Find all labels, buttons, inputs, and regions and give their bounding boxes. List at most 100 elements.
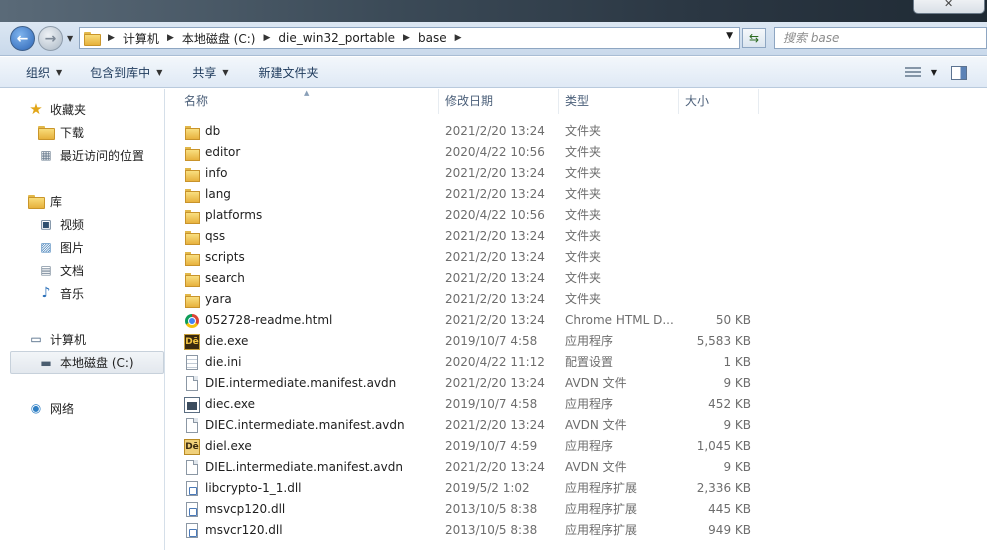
- nav-recent[interactable]: ▦ 最近访问的位置: [38, 145, 144, 165]
- file-date: 2019/10/7 4:58: [445, 397, 538, 411]
- file-row[interactable]: DIEL.intermediate.manifest.avdn 2021/2/20…: [166, 457, 987, 478]
- file-date: 2021/2/20 13:24: [445, 124, 545, 138]
- close-window-button[interactable]: ✕: [913, 0, 985, 14]
- file-name: msvcp120.dll: [205, 502, 286, 516]
- file-row[interactable]: msvcr120.dll 2013/10/5 8:38 应用程序扩展 949 KB: [166, 520, 987, 541]
- nav-local-disk[interactable]: ▬ 本地磁盘 (C:): [10, 351, 164, 374]
- file-size: [681, 184, 751, 205]
- file-row[interactable]: diec.exe 2019/10/7 4:58 应用程序 452 KB: [166, 394, 987, 415]
- file-type: 应用程序扩展: [565, 502, 638, 516]
- file-name: die.exe: [205, 334, 249, 348]
- file-row[interactable]: info 2021/2/20 13:24 文件夹: [166, 163, 987, 184]
- doc-file-icon: [186, 418, 198, 433]
- organize-button[interactable]: 组织 ▼: [0, 57, 72, 88]
- nav-videos[interactable]: ▣ 视频: [38, 214, 84, 234]
- breadcrumb-separator-icon[interactable]: ▶: [167, 33, 174, 43]
- new-folder-label: 新建文件夹: [258, 65, 319, 80]
- file-row[interactable]: DIE.intermediate.manifest.avdn 2021/2/20 …: [166, 373, 987, 394]
- folder-file-icon: [184, 292, 200, 308]
- folder-file-icon: [184, 145, 200, 161]
- file-row[interactable]: lang 2021/2/20 13:24 文件夹: [166, 184, 987, 205]
- download-folder-icon: [38, 124, 55, 140]
- nav-documents[interactable]: ▤ 文档: [38, 260, 84, 280]
- file-name-cell: platforms: [184, 205, 434, 226]
- computer-icon: ▭: [30, 332, 42, 346]
- file-name: diel.exe: [205, 439, 252, 453]
- address-dropdown-icon[interactable]: ▼: [726, 31, 733, 41]
- file-type: 文件夹: [565, 208, 602, 222]
- breadcrumb-base[interactable]: base: [418, 31, 447, 45]
- file-name: lang: [205, 187, 231, 201]
- file-name-cell: msvcp120.dll: [184, 499, 434, 520]
- file-row[interactable]: editor 2020/4/22 10:56 文件夹: [166, 142, 987, 163]
- nav-computer[interactable]: ▭ 计算机: [28, 329, 86, 349]
- file-row[interactable]: 052728-readme.html 2021/2/20 13:24 Chrome …: [166, 310, 987, 331]
- file-row[interactable]: qss 2021/2/20 13:24 文件夹: [166, 226, 987, 247]
- file-row[interactable]: db 2021/2/20 13:24 文件夹: [166, 121, 987, 142]
- nav-pictures[interactable]: ▨ 图片: [38, 237, 84, 257]
- file-size: [681, 268, 751, 289]
- column-type[interactable]: 类型: [559, 89, 679, 114]
- nav-music[interactable]: ♪ 音乐: [38, 283, 84, 303]
- nav-favorites[interactable]: ★ 收藏夹: [28, 99, 86, 119]
- breadcrumb-separator-icon[interactable]: ▶: [403, 33, 410, 43]
- nav-network[interactable]: ◉ 网络: [28, 398, 74, 418]
- file-row[interactable]: msvcp120.dll 2013/10/5 8:38 应用程序扩展 445 KB: [166, 499, 987, 520]
- file-type: 文件夹: [565, 292, 602, 306]
- file-name-cell: info: [184, 163, 434, 184]
- file-row[interactable]: platforms 2020/4/22 10:56 文件夹: [166, 205, 987, 226]
- include-in-library-button[interactable]: 包含到库中 ▼: [72, 57, 172, 88]
- file-type: 配置设置: [565, 355, 614, 369]
- breadcrumb-die-portable[interactable]: die_win32_portable: [278, 31, 395, 45]
- file-type: 文件夹: [565, 124, 602, 138]
- column-size[interactable]: 大小: [679, 89, 759, 114]
- file-date: 2021/2/20 13:24: [445, 229, 545, 243]
- breadcrumb-separator-icon[interactable]: ▶: [263, 33, 270, 43]
- breadcrumb-separator-icon[interactable]: ▶: [108, 33, 115, 43]
- diel-file-icon: Dē: [184, 438, 200, 455]
- file-type: 应用程序扩展: [565, 523, 638, 537]
- doc-file-icon: [186, 376, 198, 391]
- file-name: die.ini: [205, 355, 242, 369]
- nav-libraries[interactable]: 库: [28, 191, 62, 211]
- forward-button[interactable]: →: [38, 26, 63, 51]
- column-name[interactable]: 名称: [178, 89, 439, 114]
- refresh-button[interactable]: ⇆: [742, 28, 766, 48]
- breadcrumb-local-disk[interactable]: 本地磁盘 (C:): [182, 30, 256, 47]
- back-button[interactable]: ←: [10, 26, 35, 51]
- new-folder-button[interactable]: 新建文件夹: [239, 57, 329, 88]
- column-date[interactable]: 修改日期: [439, 89, 559, 114]
- file-row[interactable]: die.ini 2020/4/22 11:12 配置设置 1 KB: [166, 352, 987, 373]
- share-button[interactable]: 共享 ▼: [172, 57, 238, 88]
- dll-file-icon: [186, 502, 198, 517]
- file-row[interactable]: yara 2021/2/20 13:24 文件夹: [166, 289, 987, 310]
- file-name: search: [205, 271, 245, 285]
- preview-pane-icon[interactable]: [951, 65, 967, 80]
- file-name-cell: DIEC.intermediate.manifest.avdn: [184, 415, 434, 436]
- search-input[interactable]: 搜索 base: [774, 27, 987, 49]
- file-size: 452 KB: [708, 397, 751, 411]
- file-row[interactable]: libcrypto-1_1.dll 2019/5/2 1:02 应用程序扩展 2,33…: [166, 478, 987, 499]
- file-row[interactable]: scripts 2021/2/20 13:24 文件夹: [166, 247, 987, 268]
- recent-pages-dropdown[interactable]: ▼: [67, 34, 73, 43]
- nav-downloads[interactable]: 下载: [38, 122, 84, 142]
- file-row[interactable]: Dē diel.exe 2019/10/7 4:59 应用程序 1,045 KB: [166, 436, 987, 457]
- file-date: 2021/2/20 13:24: [445, 460, 545, 474]
- file-name: scripts: [205, 250, 245, 264]
- die-file-icon: Dē: [184, 333, 200, 350]
- star-icon: ★: [29, 100, 43, 118]
- back-arrow-icon: ←: [16, 30, 29, 47]
- file-size: 9 KB: [723, 460, 751, 474]
- file-size: 1 KB: [723, 355, 751, 369]
- file-row[interactable]: Dē die.exe 2019/10/7 4:58 应用程序 5,583 KB: [166, 331, 987, 352]
- breadcrumb-computer[interactable]: 计算机: [123, 30, 159, 47]
- breadcrumb-separator-icon[interactable]: ▶: [455, 33, 462, 43]
- nav-computer-label: 计算机: [50, 332, 87, 347]
- chevron-down-icon[interactable]: ▼: [931, 68, 937, 77]
- address-bar[interactable]: ▶ 计算机 ▶ 本地磁盘 (C:) ▶ die_win32_portable ▶…: [79, 27, 740, 49]
- view-options-icon[interactable]: [904, 66, 921, 79]
- file-row[interactable]: search 2021/2/20 13:24 文件夹: [166, 268, 987, 289]
- file-size: [681, 142, 751, 163]
- file-date: 2013/10/5 8:38: [445, 502, 538, 516]
- file-row[interactable]: DIEC.intermediate.manifest.avdn 2021/2/20…: [166, 415, 987, 436]
